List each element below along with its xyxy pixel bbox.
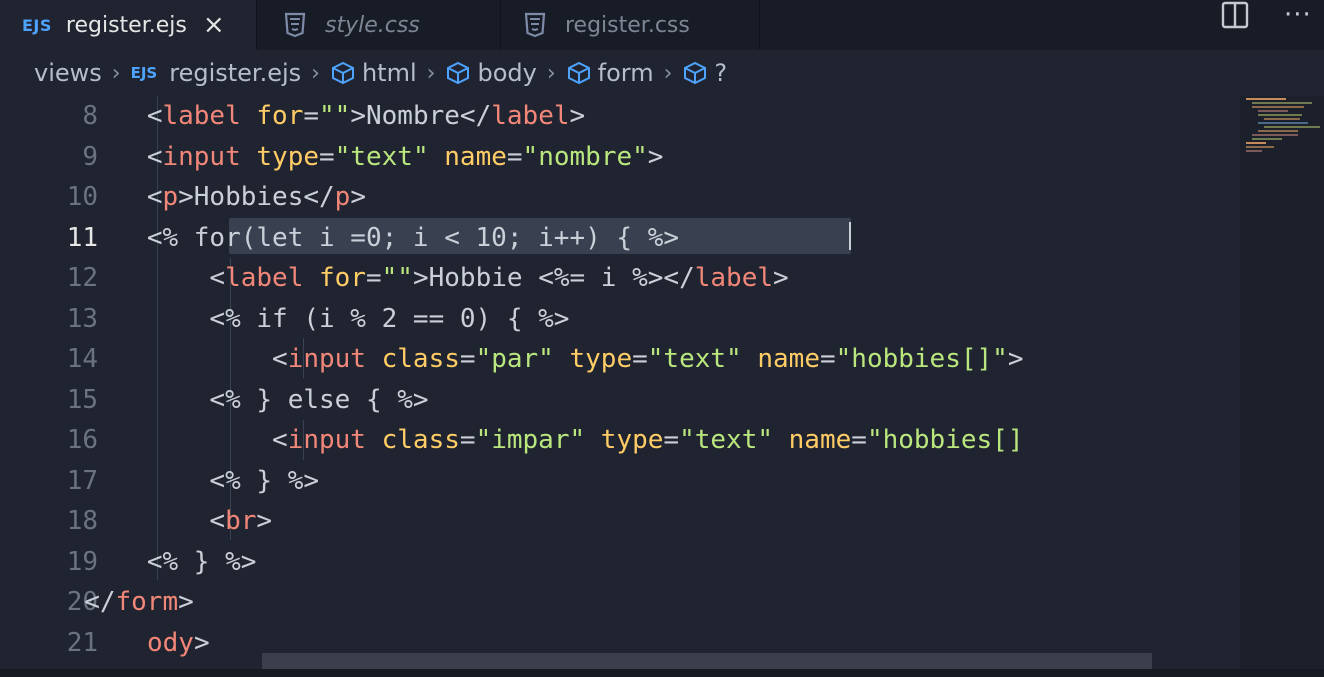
tab-divider — [759, 0, 760, 50]
tab-label: register.ejs — [65, 12, 187, 38]
code-area[interactable]: <label for="">Nombre</label> <input type… — [0, 96, 1240, 677]
status-edge — [0, 669, 1324, 677]
code-line[interactable]: <input class="par" type="text" name="hob… — [84, 339, 1023, 379]
code-line[interactable]: <% if (i % 2 == 0) { %> — [84, 299, 569, 339]
css-file-icon — [284, 12, 306, 38]
tab-bar: EJS register.ejs × style.css register.cs… — [0, 0, 1324, 50]
element-cube-icon — [684, 61, 707, 85]
element-cube-icon — [567, 61, 590, 85]
split-editor-icon[interactable] — [1221, 1, 1249, 29]
code-line[interactable]: </form> — [84, 582, 194, 622]
code-line[interactable]: <% } %> — [84, 461, 319, 501]
minimap[interactable] — [1240, 96, 1324, 677]
code-line[interactable]: <label for="">Hobbie <%= i %></label> — [84, 258, 788, 298]
close-icon[interactable]: × — [203, 12, 225, 38]
code-editor[interactable]: 8 9 10 11 12 13 14 15 16 17 18 19 20 21 <label for=""… — [0, 96, 1240, 677]
chevron-right-icon: › — [546, 60, 556, 86]
breadcrumb-item-file[interactable]: EJS register.ejs — [131, 59, 302, 87]
element-cube-icon — [447, 61, 470, 85]
tab-label: style.css — [325, 12, 420, 38]
code-line[interactable]: <label for="">Nombre</label> — [84, 96, 585, 136]
breadcrumb-item-unknown[interactable]: ? — [682, 59, 727, 87]
tab-style-css[interactable]: style.css — [257, 0, 500, 50]
breadcrumb-item-body[interactable]: body — [445, 59, 537, 87]
css-file-icon — [524, 12, 546, 38]
code-line[interactable]: <p>Hobbies</p> — [84, 177, 366, 217]
code-line[interactable]: <input class="impar" type="text" name="h… — [84, 420, 1023, 460]
breadcrumb-item-html[interactable]: html — [330, 59, 417, 87]
element-cube-icon — [331, 61, 354, 85]
breadcrumb: views › EJS register.ejs › html › body ›… — [0, 50, 1324, 96]
text-cursor — [849, 222, 851, 250]
chevron-right-icon: › — [426, 60, 436, 86]
code-line[interactable]: ody> — [147, 623, 210, 663]
chevron-right-icon: › — [111, 60, 121, 86]
ejs-file-icon: EJS — [22, 15, 52, 35]
code-line[interactable]: <% } %> — [84, 542, 257, 582]
horizontal-scrollbar[interactable] — [262, 653, 1152, 669]
code-line[interactable]: <br> — [84, 501, 272, 541]
code-line[interactable]: <% } else { %> — [84, 380, 428, 420]
tab-register-ejs[interactable]: EJS register.ejs × — [0, 0, 256, 50]
chevron-right-icon: › — [311, 60, 320, 86]
ejs-file-icon: EJS — [130, 64, 158, 82]
code-line[interactable]: <input type="text" name="nombre"> — [84, 137, 664, 177]
breadcrumb-item-form[interactable]: form — [566, 59, 654, 87]
tab-label: register.css — [565, 12, 690, 38]
tab-register-css[interactable]: register.css — [501, 0, 759, 50]
code-line[interactable]: <% for(let i =0; i < 10; i++) { %> — [84, 218, 679, 258]
more-actions-icon[interactable]: ··· — [1284, 0, 1312, 30]
breadcrumb-item-views[interactable]: views — [34, 59, 102, 87]
chevron-right-icon: › — [663, 60, 673, 86]
